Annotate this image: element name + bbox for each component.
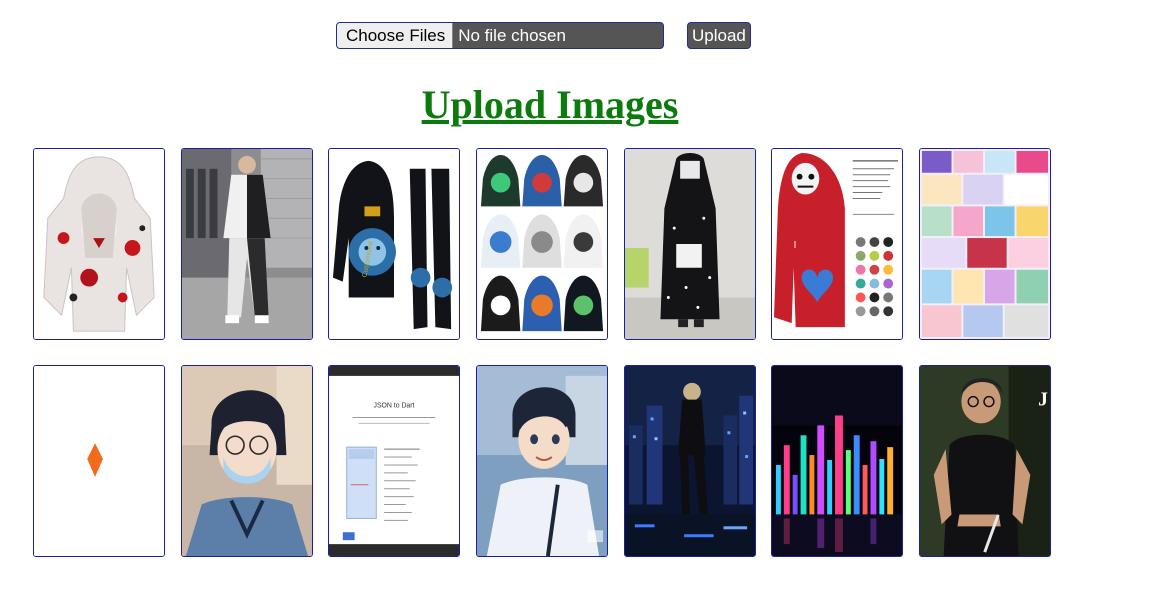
red-skull-hoodie-image: I	[772, 149, 903, 339]
man-portrait-image: J	[920, 366, 1051, 556]
street-fashion-hoodie-image	[181, 149, 312, 339]
hoodie-grid-image	[477, 149, 608, 339]
sticker-collage-image	[920, 149, 1051, 339]
json-to-dart-caption: JSON to Dart	[374, 403, 415, 410]
choose-files-button[interactable]: Choose Files	[337, 23, 454, 48]
gallery-item[interactable]: Customized	[328, 148, 461, 340]
man-portrait-corner-letter: J	[1038, 389, 1048, 411]
gallery-item[interactable]	[33, 148, 165, 340]
gallery-item[interactable]: I	[771, 148, 904, 340]
file-input[interactable]: Choose Files No file chosen	[336, 22, 664, 49]
gallery-item[interactable]: JSON to Dart	[328, 365, 461, 557]
anime-boy-smile-image	[477, 366, 608, 556]
starry-hoodie-blanket-image	[624, 149, 755, 339]
gallery-item[interactable]	[476, 148, 609, 340]
lion-hoodie-set-image: Customized	[329, 149, 460, 339]
image-gallery: Customized I JSON to Dart J	[33, 148, 1053, 557]
json-to-dart-screenshot-image: JSON to Dart	[329, 366, 460, 556]
gallery-item[interactable]	[919, 148, 1052, 340]
gallery-item[interactable]	[771, 365, 904, 557]
gallery-item[interactable]	[180, 365, 313, 557]
broken-image-placeholder	[34, 366, 164, 556]
anime-boy-mask-image	[181, 366, 312, 556]
night-city-figure-image	[624, 366, 755, 556]
neon-city-image	[772, 366, 903, 556]
anime-hoodie-image	[34, 149, 164, 339]
upload-button[interactable]: Upload	[687, 22, 751, 49]
page-title: Upload Images	[421, 82, 679, 127]
gallery-item[interactable]	[623, 365, 756, 557]
gallery-item[interactable]	[180, 148, 313, 340]
gallery-item[interactable]	[33, 365, 165, 557]
svg-text:I: I	[794, 240, 797, 251]
file-status-text: No file chosen	[458, 25, 566, 45]
gallery-item[interactable]	[476, 365, 609, 557]
gallery-item[interactable]: J	[919, 365, 1052, 557]
gallery-item[interactable]	[623, 148, 756, 340]
